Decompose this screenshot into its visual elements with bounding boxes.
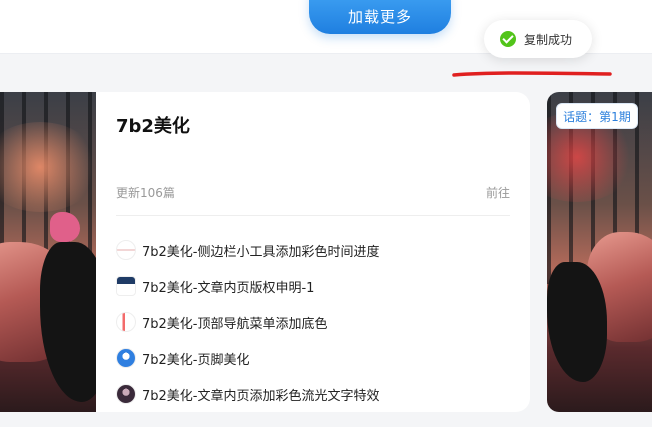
post-thumbnail xyxy=(116,348,136,368)
toast-message: 复制成功 xyxy=(524,32,573,47)
post-list: 7b2美化-侧边栏小工具添加彩色时间进度 7b2美化-文章内页版权申明-1 7b… xyxy=(116,232,510,412)
post-title[interactable]: 7b2美化-侧边栏小工具添加彩色时间进度 xyxy=(142,241,380,260)
post-thumbnail xyxy=(116,312,136,332)
post-item[interactable]: 7b2美化-侧边栏小工具添加彩色时间进度 xyxy=(116,232,510,268)
post-thumbnail xyxy=(116,276,136,296)
check-circle-icon xyxy=(500,31,516,47)
post-thumbnail xyxy=(116,384,136,404)
post-item[interactable]: 7b2美化-文章内页版权申明-1 xyxy=(116,268,510,304)
post-title[interactable]: 7b2美化-顶部导航菜单添加底色 xyxy=(142,313,328,332)
go-link[interactable]: 前往 xyxy=(486,184,510,201)
load-more-button[interactable]: 加载更多 xyxy=(309,0,451,34)
topic-cover-image-right[interactable] xyxy=(547,92,652,412)
red-underline-annotation xyxy=(452,71,612,77)
post-title[interactable]: 7b2美化-文章内页版权申明-1 xyxy=(142,277,314,296)
copy-success-toast: 复制成功 xyxy=(484,20,592,58)
divider xyxy=(116,215,510,216)
post-thumbnail xyxy=(116,240,136,260)
post-item[interactable]: 7b2美化-顶部导航菜单添加底色 xyxy=(116,304,510,340)
topic-badge[interactable]: 话题：第1期 xyxy=(556,103,638,129)
topic-cover-image-left[interactable] xyxy=(0,92,96,412)
topic-title[interactable]: 7b2美化 xyxy=(116,112,190,138)
topic-card: 7b2美化 更新106篇 前往 7b2美化-侧边栏小工具添加彩色时间进度 7b2… xyxy=(96,92,530,412)
post-title[interactable]: 7b2美化-页脚美化 xyxy=(142,349,250,368)
post-item[interactable]: 7b2美化-页脚美化 xyxy=(116,340,510,376)
post-item[interactable]: 7b2美化-文章内页添加彩色流光文字特效 xyxy=(116,376,510,412)
update-count: 更新106篇 xyxy=(116,186,175,200)
post-title[interactable]: 7b2美化-文章内页添加彩色流光文字特效 xyxy=(142,385,380,404)
